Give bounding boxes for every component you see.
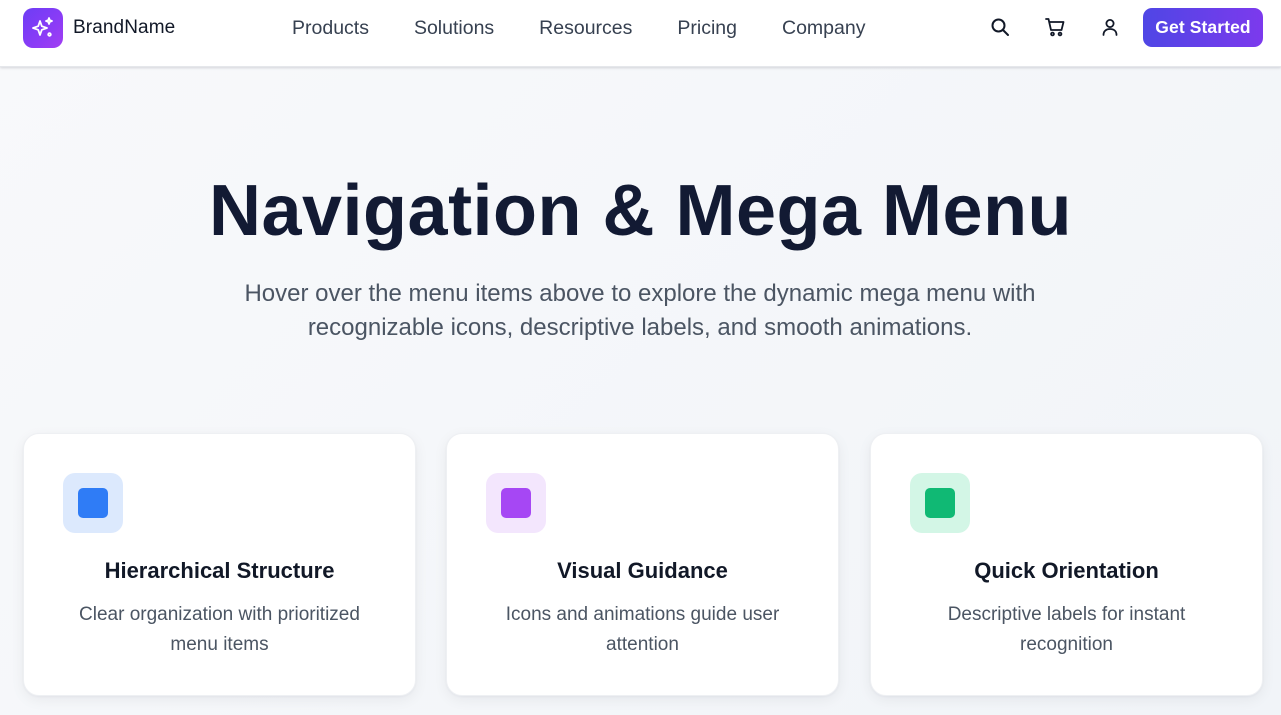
card-title: Hierarchical Structure [104,558,335,583]
feature-card-visual-guidance: Visual Guidance Icons and animations gui… [446,433,839,696]
card-title: Visual Guidance [557,558,728,583]
square-icon [501,488,531,518]
page-subtitle: Hover over the menu items above to explo… [244,280,1036,341]
nav-item-resources[interactable]: Resources [539,17,632,41]
top-navigation-bar: BrandName Products Solutions Resources P… [0,0,1281,67]
square-icon-wrapper [486,473,546,533]
nav-item-products[interactable]: Products [292,17,369,41]
get-started-button[interactable]: Get Started [1143,8,1263,47]
feature-card-hierarchical-structure: Hierarchical Structure Clear organizatio… [23,433,416,696]
nav-item-company[interactable]: Company [782,17,865,41]
square-icon-wrapper [910,473,970,533]
sparkles-icon [23,8,63,48]
card-title: Quick Orientation [974,558,1159,583]
brand[interactable]: BrandName [23,8,175,48]
card-description: Descriptive labels for instant recogniti… [947,604,1186,655]
square-icon-wrapper [63,473,123,533]
nav-item-solutions[interactable]: Solutions [414,17,494,41]
feature-card-quick-orientation: Quick Orientation Descriptive labels for… [870,433,1263,696]
main-nav: Products Solutions Resources Pricing Com… [292,17,865,41]
card-description: Icons and animations guide user attentio… [505,604,780,655]
search-icon[interactable] [988,15,1012,39]
brand-name: BrandName [73,17,176,38]
user-icon[interactable] [1098,15,1122,39]
card-description: Clear organization with prioritized menu… [79,604,360,655]
page-title: Navigation & Mega Menu [208,171,1073,251]
square-icon [78,488,108,518]
cart-icon[interactable] [1043,15,1067,39]
nav-item-pricing[interactable]: Pricing [677,17,737,41]
square-icon [925,488,955,518]
